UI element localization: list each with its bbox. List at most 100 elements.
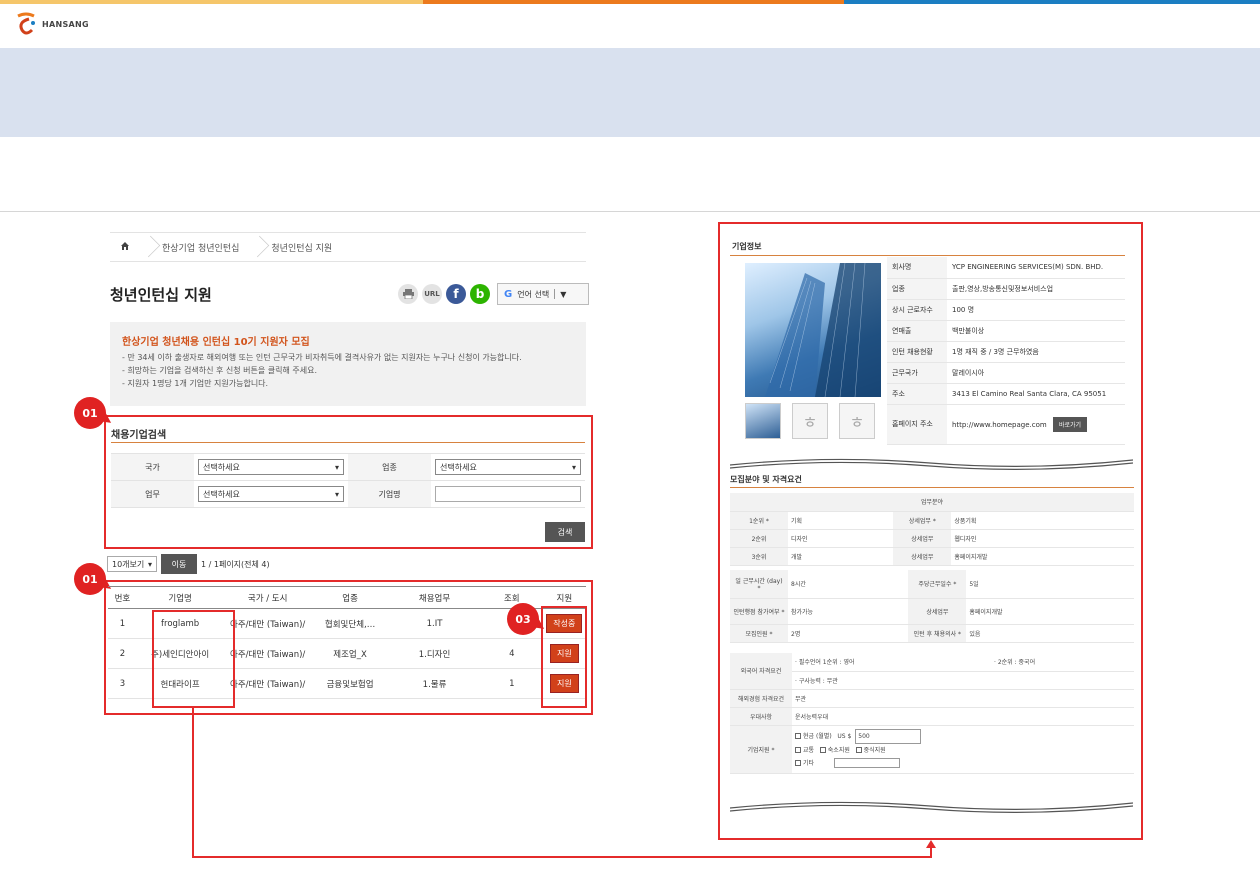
recruit-table: 업무분야 1순위 * 기획 상세업무 * 상품기획 2순위 디자인 상세업무 웹디자인 3순… (730, 493, 1134, 566)
info-value: 백만불이상 (947, 320, 1125, 342)
page-title: 청년인턴십 지원 (110, 286, 212, 304)
info-label: 상시 근로자수 (887, 299, 947, 321)
recruit-value: 5일 (966, 570, 1134, 599)
title-underline (730, 487, 1134, 488)
other-checkbox[interactable] (795, 760, 801, 766)
company-input[interactable] (435, 486, 581, 502)
recruit-title: 모집분야 및 자격요건 (730, 475, 802, 484)
col-header: 채용업무 (388, 586, 481, 609)
row-country: 아주/대만 (Taiwan)/ (223, 668, 312, 699)
search-form: 국가 선택하세요 ▾ 업종 선택하세요 ▾ 업무 선택하세요 ▾ 기업명 (111, 453, 585, 508)
title-underline (111, 442, 585, 443)
recruit-label: 일 근무시간 (day) * (730, 570, 788, 599)
col-header: 업종 (311, 586, 389, 609)
breadcrumb-item[interactable]: 한상기업 청년인턴십 (152, 241, 249, 254)
step-badge: 03 (507, 603, 539, 635)
row-job: 1.디자인 (388, 638, 481, 669)
recruit-label: 상세업무 (908, 598, 967, 625)
company-label: 기업명 (348, 480, 431, 508)
arrow-up-icon (926, 840, 936, 848)
thumbnail-logo-icon[interactable]: ㅎ (839, 403, 875, 439)
duty-select[interactable]: 선택하세요 ▾ (198, 486, 344, 502)
recruit-label: 상세업무 (893, 529, 952, 548)
info-value: 1명 재직 중 / 3명 근무하였음 (947, 341, 1125, 363)
lang-ability: · 구사능력 : 무관 (792, 671, 1134, 690)
row-job: 1.IT (388, 608, 481, 639)
salary-label: 현금 (월별) (803, 732, 832, 740)
transport-label: 교통 (803, 746, 815, 754)
pref-label: 우대사항 (730, 707, 792, 726)
industry-label: 업종 (348, 453, 431, 481)
housing-label: 숙소지원 (827, 746, 850, 754)
thumbnail[interactable] (745, 403, 781, 439)
recruit-label: 1순위 * (730, 511, 788, 530)
work-condition-table: 일 근무시간 (day) * 8시간 주당근무일수 * 5일 인턴행점 참가여부 * 참… (730, 570, 1134, 643)
other-input[interactable] (833, 758, 900, 768)
company-info-title: 기업정보 (732, 242, 762, 251)
top-bar-orange (423, 0, 844, 4)
row-number: 1 (108, 608, 137, 639)
recruit-label: 3순위 (730, 547, 788, 566)
lang-primary: · 필수언어 1순위 : 영어 (792, 653, 992, 672)
facebook-icon[interactable]: f (446, 284, 466, 304)
meal-checkbox[interactable] (855, 747, 862, 753)
col-header: 국가 / 도시 (223, 586, 312, 609)
col-header: 조회 (480, 586, 543, 609)
info-label: 회사명 (887, 257, 947, 279)
notice-line: - 만 34세 이하 출생자로 해외여행 또는 인턴 근무국가 비자취득에 결격… (122, 353, 522, 362)
row-industry: 제조업_X (311, 638, 389, 669)
row-industry: 협회및단체,… (311, 608, 389, 639)
visit-button[interactable]: 바로가기 (1052, 416, 1088, 432)
thumbnail-logo-icon[interactable]: ㅎ (792, 403, 828, 439)
row-country: 아주/대만 (Taiwan)/ (223, 608, 312, 639)
breadcrumb-separator (249, 232, 261, 262)
row-number: 3 (108, 668, 137, 699)
notice-line: - 지원자 1명당 1개 기업만 지원가능합니다. (122, 379, 269, 388)
divider (0, 211, 1260, 212)
connector-line (192, 856, 932, 858)
language-select[interactable]: G 언어 선택 ▼ (497, 283, 589, 305)
company-info-table: 회사명 YCP ENGINEERING SERVICES(M) SDN. BHD.… (887, 257, 1125, 445)
salary-checkbox[interactable] (795, 733, 801, 739)
info-value: 말레이시아 (947, 362, 1125, 384)
info-label: 연매출 (887, 320, 947, 342)
industry-select[interactable]: 선택하세요 ▾ (435, 459, 581, 475)
recruit-label: 2순위 (730, 529, 788, 548)
language-divider (554, 289, 556, 299)
per-page-select[interactable]: 10개보기 ▾ (107, 556, 157, 572)
breadcrumb-item-current[interactable]: 청년인턴십 지원 (261, 241, 342, 254)
row-job: 1.물류 (388, 668, 481, 699)
recruit-value: 있음 (966, 624, 1134, 643)
row-industry: 금융및보험업 (311, 668, 389, 699)
country-select[interactable]: 선택하세요 ▾ (198, 459, 344, 475)
breadcrumb-separator (140, 232, 152, 262)
info-label: 업종 (887, 278, 947, 300)
lang-label: 외국어 자격요건 (730, 653, 792, 690)
transport-checkbox[interactable] (795, 747, 801, 753)
homepage-link[interactable]: http://www.homepage.com (952, 421, 1047, 429)
housing-checkbox[interactable] (819, 747, 826, 753)
hansang-logo[interactable]: HANSANG (14, 10, 89, 38)
go-button[interactable]: 이동 (161, 554, 197, 574)
highlight-company-column (152, 610, 235, 708)
chevron-down-icon: ▼ (560, 289, 567, 299)
currency-label: US $ (837, 732, 852, 740)
overseas-label: 해외경험 자격요건 (730, 689, 792, 708)
print-icon[interactable] (398, 284, 418, 304)
search-button[interactable]: 검색 (545, 522, 585, 542)
blog-icon[interactable]: b (470, 284, 490, 304)
recruit-value: 상품기획 (951, 511, 1134, 530)
notice-title: 한상기업 청년채용 인턴십 10기 지원자 모집 (122, 337, 310, 348)
search-title: 채용기업검색 (111, 430, 167, 441)
recruit-value: 2명 (788, 624, 909, 643)
brand-name: HANSANG (42, 19, 89, 29)
salary-amount-input[interactable]: 500 (855, 728, 922, 744)
highlight-apply-column (541, 606, 587, 708)
url-icon[interactable]: URL (422, 284, 442, 304)
col-header: 기업명 (136, 586, 224, 609)
recruit-label: 상세업무 (893, 547, 952, 566)
recruit-label: 상세업무 * (893, 511, 952, 530)
recruit-label: 인턴 후 채용의사 * (908, 624, 967, 643)
home-icon[interactable] (110, 241, 140, 254)
recruit-value: 참가가능 (788, 598, 909, 625)
